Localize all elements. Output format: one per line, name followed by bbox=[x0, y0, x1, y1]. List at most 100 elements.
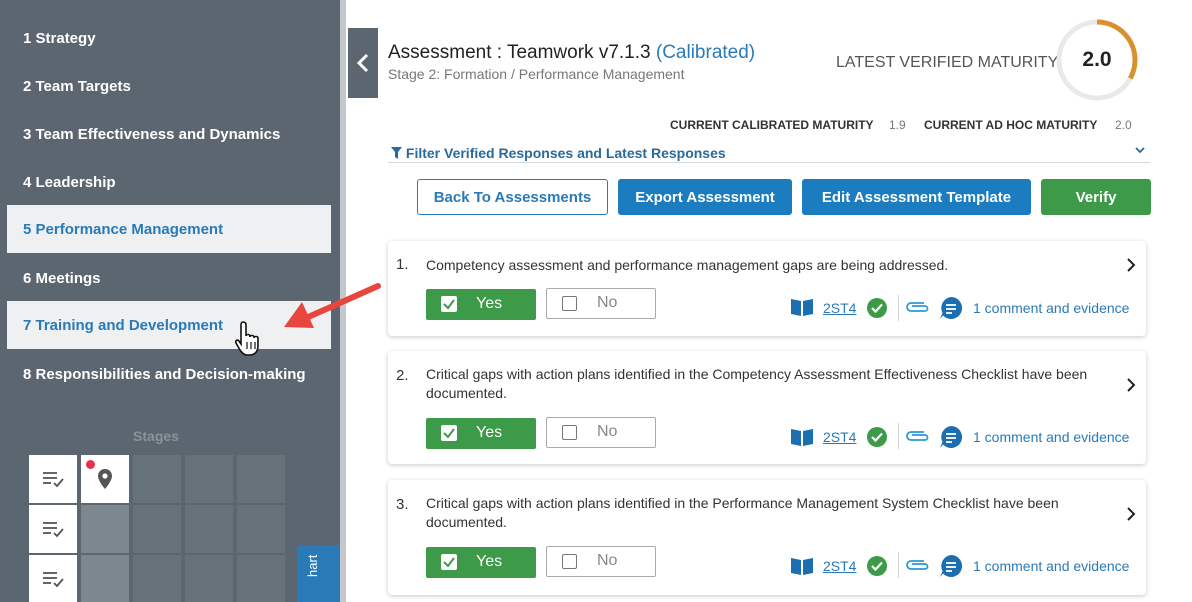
stage-cell[interactable] bbox=[133, 555, 181, 602]
chevron-left-icon bbox=[356, 53, 369, 73]
paperclip-icon[interactable] bbox=[904, 300, 932, 314]
page-title: Assessment : Teamwork v7.1.3 (Calibrated… bbox=[388, 42, 755, 64]
stage-cell[interactable] bbox=[237, 505, 285, 553]
chevron-right-icon[interactable] bbox=[1126, 378, 1136, 392]
no-button[interactable]: No bbox=[546, 546, 656, 577]
stage-cell[interactable] bbox=[185, 455, 233, 503]
book-icon[interactable] bbox=[790, 427, 814, 447]
back-to-assessments-button[interactable]: Back To Assessments bbox=[417, 179, 608, 215]
no-label: No bbox=[597, 423, 618, 440]
assessment-title: Assessment : Teamwork v7.1.3 bbox=[388, 42, 651, 63]
filter-toggle[interactable]: Filter Verified Responses and Latest Res… bbox=[391, 145, 726, 161]
comment-icon[interactable] bbox=[939, 554, 963, 578]
breadcrumb: Stage 2: Formation / Performance Managem… bbox=[388, 66, 685, 82]
divider bbox=[898, 295, 899, 321]
stage-cell[interactable] bbox=[237, 555, 285, 602]
reference-code-link[interactable]: 2ST4 bbox=[823, 429, 856, 445]
divider bbox=[898, 423, 899, 449]
comment-evidence-link[interactable]: 1 comment and evidence bbox=[973, 558, 1129, 574]
book-icon[interactable] bbox=[790, 297, 814, 317]
sidebar-item-label: 4 Leadership bbox=[23, 173, 116, 191]
reference-code-link[interactable]: 2ST4 bbox=[823, 300, 856, 316]
yes-label: Yes bbox=[476, 295, 503, 312]
sidebar-item-team-effectiveness[interactable]: 3 Team Effectiveness and Dynamics bbox=[7, 110, 331, 158]
stage-list-icon[interactable] bbox=[29, 555, 77, 602]
sidebar-item-responsibilities[interactable]: 8 Responsibilities and Decision-making bbox=[7, 350, 331, 398]
chevron-down-icon[interactable] bbox=[1134, 145, 1146, 155]
verified-check-icon bbox=[867, 556, 887, 576]
stage-cell[interactable] bbox=[237, 455, 285, 503]
checkbox-checked bbox=[441, 554, 457, 570]
stage-cell[interactable] bbox=[133, 505, 181, 553]
breadcrumb-separator: / bbox=[510, 66, 515, 82]
comment-icon[interactable] bbox=[939, 296, 963, 320]
stages-label: Stages bbox=[133, 428, 179, 444]
sidebar-item-strategy[interactable]: 1 Strategy bbox=[7, 14, 331, 62]
yes-button[interactable]: Yes bbox=[426, 289, 536, 320]
sidebar-item-label: 2 Team Targets bbox=[23, 77, 131, 95]
question-text: Critical gaps with action plans identifi… bbox=[426, 366, 1088, 401]
paperclip-icon[interactable] bbox=[904, 429, 932, 443]
annotation-arrow-icon bbox=[284, 283, 381, 328]
breadcrumb-section: Performance Management bbox=[518, 66, 685, 82]
chevron-right-icon[interactable] bbox=[1126, 507, 1136, 521]
sidebar-item-performance-management[interactable]: 5 Performance Management bbox=[7, 205, 331, 253]
chart-tab[interactable]: hart bbox=[297, 545, 341, 602]
chart-tab-label: hart bbox=[305, 554, 320, 577]
sidebar-item-label: 7 Training and Development bbox=[23, 316, 224, 334]
calibrated-label: CURRENT CALIBRATED MATURITY bbox=[670, 118, 874, 132]
verified-check-icon bbox=[867, 427, 887, 447]
filter-bar[interactable]: Filter Verified Responses and Latest Res… bbox=[388, 143, 1150, 163]
book-icon[interactable] bbox=[790, 556, 814, 576]
no-button[interactable]: No bbox=[546, 288, 656, 319]
yes-button[interactable]: Yes bbox=[426, 547, 536, 578]
comment-evidence-link[interactable]: 1 comment and evidence bbox=[973, 429, 1129, 445]
yes-label: Yes bbox=[476, 424, 503, 441]
adhoc-maturity: CURRENT AD HOC MATURITY bbox=[924, 118, 1097, 132]
chevron-right-icon[interactable] bbox=[1126, 258, 1136, 272]
collapse-sidebar-button[interactable] bbox=[348, 28, 378, 98]
question-text: Competency assessment and performance ma… bbox=[426, 257, 949, 273]
calibrated-status: (Calibrated) bbox=[655, 42, 756, 63]
stage-list-icon[interactable] bbox=[29, 505, 77, 553]
question-text: Critical gaps with action plans identifi… bbox=[426, 495, 1059, 530]
no-label: No bbox=[597, 294, 618, 311]
sidebar-item-leadership[interactable]: 4 Leadership bbox=[7, 158, 331, 206]
filter-label: Filter Verified Responses and Latest Res… bbox=[405, 145, 726, 161]
stage-location-cell[interactable] bbox=[81, 455, 129, 503]
checkbox-empty bbox=[562, 425, 577, 440]
latest-maturity-label: LATEST VERIFIED MATURITY bbox=[836, 54, 1059, 71]
stage-cell[interactable] bbox=[81, 555, 129, 602]
adhoc-value-wrap: 2.0 bbox=[1115, 118, 1132, 132]
map-pin-icon bbox=[98, 469, 112, 489]
yes-label: Yes bbox=[476, 553, 503, 570]
paperclip-icon[interactable] bbox=[904, 558, 932, 572]
checkbox-checked bbox=[441, 296, 457, 312]
verify-button[interactable]: Verify bbox=[1041, 179, 1151, 215]
sidebar-item-label: 1 Strategy bbox=[23, 29, 96, 47]
stage-cell[interactable] bbox=[185, 555, 233, 602]
breadcrumb-stage: Stage 2: Formation bbox=[388, 66, 508, 82]
app-root: 1 Strategy 2 Team Targets 3 Team Effecti… bbox=[0, 0, 1192, 602]
divider bbox=[898, 552, 899, 578]
latest-maturity-value: 2.0 bbox=[1082, 48, 1112, 71]
stage-cell[interactable] bbox=[133, 455, 181, 503]
stage-cell[interactable] bbox=[185, 505, 233, 553]
no-button[interactable]: No bbox=[546, 417, 656, 448]
hand-cursor-icon bbox=[234, 321, 259, 356]
adhoc-value: 2.0 bbox=[1115, 118, 1132, 132]
export-assessment-button[interactable]: Export Assessment bbox=[618, 179, 792, 215]
reference-code-link[interactable]: 2ST4 bbox=[823, 558, 856, 574]
sidebar-item-label: 8 Responsibilities and Decision-making bbox=[23, 365, 306, 383]
yes-button[interactable]: Yes bbox=[426, 418, 536, 449]
checkbox-empty bbox=[562, 554, 577, 569]
comment-evidence-link[interactable]: 1 comment and evidence bbox=[973, 300, 1129, 316]
sidebar-item-team-targets[interactable]: 2 Team Targets bbox=[7, 62, 331, 110]
comment-icon[interactable] bbox=[939, 425, 963, 449]
sidebar-item-label: 3 Team Effectiveness and Dynamics bbox=[23, 125, 281, 143]
stage-list-icon[interactable] bbox=[29, 455, 77, 503]
adhoc-label: CURRENT AD HOC MATURITY bbox=[924, 118, 1098, 132]
stage-cell[interactable] bbox=[81, 505, 129, 553]
edit-template-button[interactable]: Edit Assessment Template bbox=[802, 179, 1031, 215]
question-card: 1. Competency assessment and performance… bbox=[388, 241, 1146, 336]
